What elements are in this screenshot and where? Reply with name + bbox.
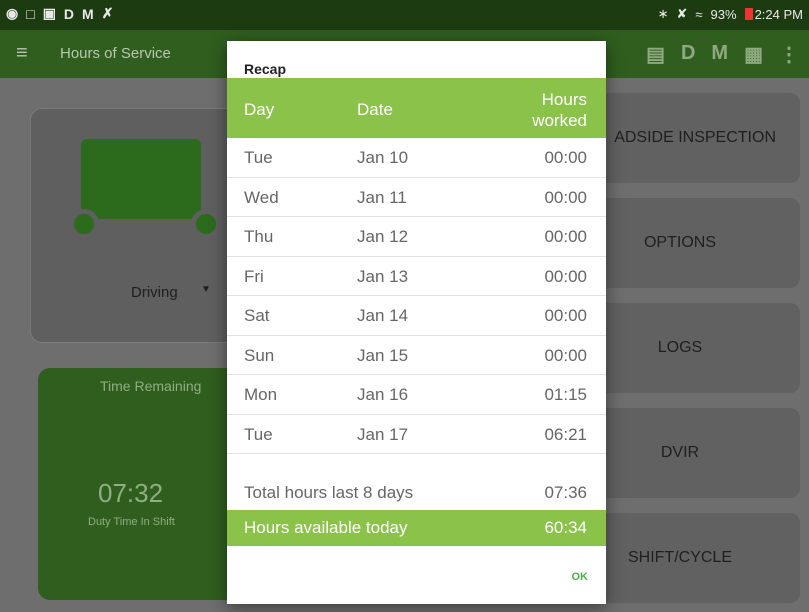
table-row: Fri Jan 13 00:00	[227, 257, 606, 296]
row-date: Jan 15	[357, 345, 409, 365]
table-row: Mon Jan 16 01:15	[227, 375, 606, 415]
duty-status-label[interactable]: Driving	[131, 284, 178, 301]
truck-wheel-icon	[69, 209, 99, 239]
row-hours: 00:00	[544, 345, 587, 365]
row-date: Jan 11	[357, 187, 407, 207]
app-title: Hours of Service	[60, 45, 171, 62]
status-letter-d: D	[63, 5, 75, 22]
mute-icon: ✘	[676, 6, 688, 21]
table-row: Wed Jan 11 00:00	[227, 178, 606, 217]
time-remaining-value: 07:32	[98, 478, 164, 508]
duty-time-label: Duty Time In Shift	[88, 516, 175, 528]
total-hours-label: Total hours last 8 days	[244, 483, 414, 502]
logs-label: LOGS	[657, 339, 703, 356]
table-row: Tue Jan 10 00:00	[227, 138, 606, 178]
battery-icon	[744, 8, 753, 20]
recap-table-body: Tue Jan 10 00:00 Wed Jan 11 00:00 Thu Jan 12 0…	[227, 138, 606, 454]
row-date: Jan 17	[357, 424, 409, 444]
clock: 2:24 PM	[754, 6, 803, 22]
duty-m-button[interactable]: M	[711, 42, 728, 67]
row-day: Sat	[244, 306, 270, 325]
column-header-day: Day	[244, 100, 275, 119]
tools-icon: ✗	[101, 5, 114, 21]
total-hours-value: 07:36	[544, 483, 587, 502]
roadside-inspection-label: ADSIDE INSPECTION	[614, 129, 776, 146]
message-icon[interactable]: ▤	[646, 42, 665, 67]
column-header-hours-line1: Hours	[541, 90, 587, 109]
row-hours: 06:21	[544, 424, 587, 444]
status-bar-right: ∗ ✘ ≈ 93% 2:24 PM	[658, 6, 803, 22]
spotify-icon: ◉	[6, 5, 19, 21]
row-hours: 00:00	[544, 148, 587, 167]
total-hours-row: Total hours last 8 days 07:36	[227, 473, 606, 511]
image-icon: ▣	[42, 5, 56, 21]
export-icon[interactable]: ▦	[744, 42, 763, 67]
ok-button[interactable]: OK	[572, 571, 589, 583]
bluetooth-icon: ∗	[657, 6, 669, 21]
row-date: Jan 10	[357, 148, 409, 167]
row-day: Tue	[244, 424, 273, 444]
row-day: Thu	[244, 227, 274, 246]
table-row: Sat Jan 14 00:00	[227, 296, 606, 336]
shift-cycle-label: SHIFT/CYCLE	[627, 549, 732, 566]
row-day: Mon	[244, 385, 278, 404]
hours-available-row: Hours available today 60:34	[227, 510, 606, 546]
duty-status-card[interactable]: Driving ▼	[30, 108, 260, 343]
dialog-title: Recap	[244, 61, 287, 77]
table-row: Tue Jan 17 06:21	[227, 415, 606, 454]
row-date: Jan 14	[357, 306, 409, 325]
time-remaining-label: Time Remaining	[100, 378, 202, 394]
chevron-down-icon[interactable]: ▼	[201, 284, 211, 295]
row-day: Wed	[244, 187, 279, 207]
row-hours: 00:00	[544, 266, 587, 286]
row-date: Jan 16	[357, 385, 409, 404]
column-header-date: Date	[357, 100, 393, 119]
wifi-icon: ≈	[695, 6, 703, 22]
row-day: Sun	[244, 345, 275, 365]
row-hours: 01:15	[544, 385, 587, 404]
column-header-hours-line2: worked	[532, 111, 587, 130]
app-bar-actions: ▤ D M ▦ ⋮	[646, 42, 799, 67]
table-row: Sun Jan 15 00:00	[227, 336, 606, 375]
hours-available-value: 60:34	[544, 518, 587, 537]
status-bar: ◉ □ ▣ D M ✗ ∗ ✘ ≈ 93% 2:24 PM	[0, 0, 809, 30]
recap-dialog: Recap Day Date Hours worked Tue Jan 10 00:0…	[227, 41, 606, 604]
options-label: OPTIONS	[643, 234, 716, 251]
column-header-hours: Hours worked	[532, 89, 587, 131]
duty-d-button[interactable]: D	[681, 42, 695, 67]
row-hours: 00:00	[544, 227, 587, 246]
battery-percent: 93%	[710, 6, 737, 22]
more-icon[interactable]: ⋮	[779, 42, 799, 67]
truck-icon	[81, 139, 201, 219]
hours-available-label: Hours available today	[244, 518, 408, 537]
dvir-label: DVIR	[660, 444, 700, 461]
recap-table-header: Day Date Hours worked	[227, 78, 606, 138]
row-hours: 00:00	[544, 306, 587, 325]
row-day: Tue	[244, 148, 273, 167]
menu-icon[interactable]: ≡	[16, 42, 28, 65]
status-letter-m: M	[82, 5, 94, 22]
status-bar-left: ◉ □ ▣ D M ✗	[6, 5, 113, 22]
row-date: Jan 13	[357, 266, 409, 286]
row-hours: 00:00	[544, 187, 587, 207]
row-day: Fri	[244, 266, 264, 286]
clipboard-icon: □	[26, 5, 35, 22]
row-date: Jan 12	[357, 227, 409, 246]
table-row: Thu Jan 12 00:00	[227, 217, 606, 257]
truck-wheel-icon	[191, 209, 221, 239]
